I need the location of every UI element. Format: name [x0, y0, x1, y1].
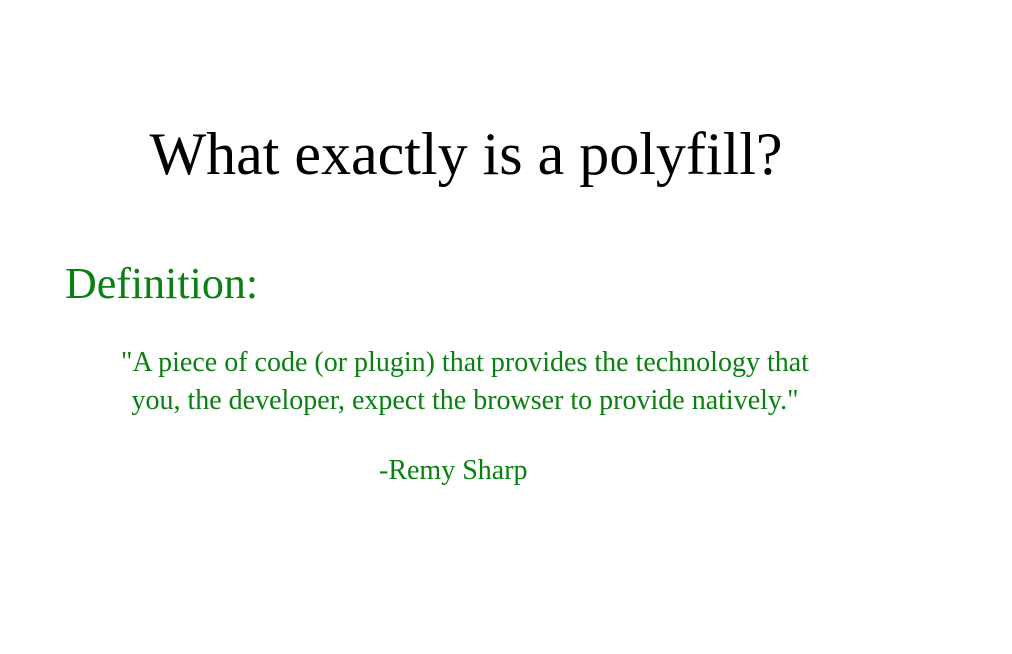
quote-line: you, the developer, expect the browser t… — [131, 385, 799, 416]
definition-quote: "A piece of code (or plugin) that provid… — [40, 344, 890, 420]
quote-attribution: -Remy Sharp — [379, 455, 528, 486]
slide: What exactly is a polyfill? Definition: … — [0, 0, 1012, 654]
definition-heading: Definition: — [65, 259, 259, 308]
quote-line: "A piece of code (or plugin) that provid… — [121, 347, 809, 378]
slide-title: What exactly is a polyfill? — [149, 121, 783, 187]
